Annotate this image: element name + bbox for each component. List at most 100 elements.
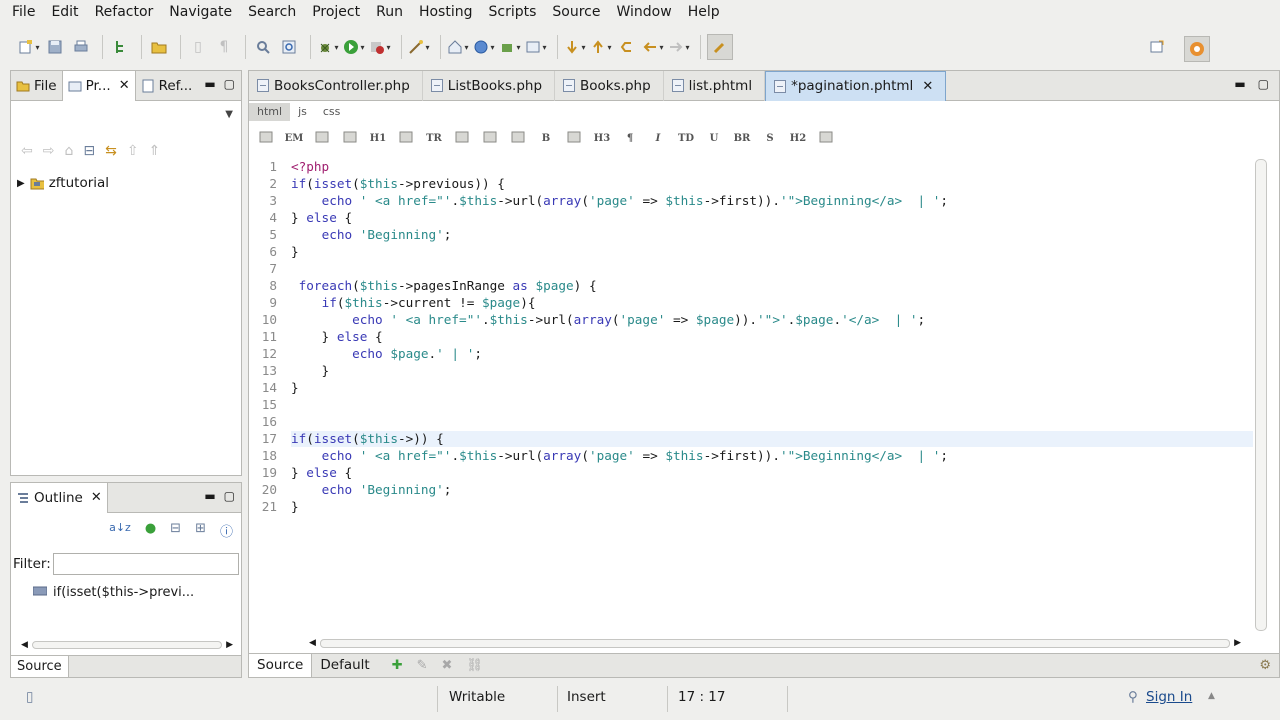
code-line[interactable]: }	[291, 499, 299, 514]
outline-horizontal-scrollbar[interactable]: ◀ ▶	[21, 639, 233, 651]
open-folder-icon[interactable]	[148, 36, 170, 58]
scroll-left-icon[interactable]: ◀	[21, 640, 28, 650]
html-tool-td[interactable]: TD	[675, 133, 697, 144]
html-tool-s[interactable]: S	[759, 133, 781, 144]
close-icon[interactable]: ✕	[91, 490, 102, 505]
menu-navigate[interactable]: Navigate	[161, 0, 240, 25]
new-icon[interactable]: ▾	[18, 36, 40, 58]
code-line[interactable]: echo ' <a href="'.$this->url(array('page…	[291, 312, 925, 327]
code-line[interactable]: echo ' <a href="'.$this->url(array('page…	[291, 448, 948, 463]
search-file-icon[interactable]	[252, 36, 274, 58]
plugin-icon[interactable]: ▾	[499, 36, 521, 58]
editor-horizontal-scrollbar[interactable]: ◀ ▶	[309, 637, 1241, 649]
editor-tab[interactable]: *pagination.phtml ✕	[765, 70, 947, 101]
menu-project[interactable]: Project	[304, 0, 368, 25]
menu-hosting[interactable]: Hosting	[411, 0, 481, 25]
code-line[interactable]: } else {	[291, 210, 352, 225]
code-line[interactable]: if($this->current != $page){	[291, 295, 536, 310]
picture-icon[interactable]	[395, 131, 417, 146]
nav-back-icon[interactable]: ⇦	[21, 143, 33, 159]
minimize-icon[interactable]: ▬	[204, 77, 215, 91]
search-web-icon[interactable]	[278, 36, 300, 58]
filter-dot-icon[interactable]: ●	[145, 521, 156, 540]
window-icon[interactable]: ▾	[525, 36, 547, 58]
scroll-right-icon[interactable]: ▶	[1234, 638, 1241, 648]
outline-item[interactable]: if(isset($this->previ...	[33, 585, 194, 600]
code-line[interactable]: foreach($this->pagesInRange as $page) {	[291, 278, 597, 293]
tab-default-view[interactable]: Default	[312, 654, 377, 677]
blank-page-icon[interactable]: ▯	[187, 36, 209, 58]
subtab-css[interactable]: css	[315, 103, 349, 121]
help-icon[interactable]: ⓘ	[220, 521, 233, 540]
last-edit-icon[interactable]	[616, 36, 638, 58]
sort-icon[interactable]: a↓z	[109, 521, 131, 540]
code-line[interactable]: <?php	[291, 159, 329, 174]
code-editor[interactable]: 1 <?php 2 if(isset($this->previous)) {3 ech…	[249, 159, 1253, 633]
scroll-right-icon[interactable]: ▶	[226, 640, 233, 650]
code-line[interactable]: if(isset($this->)) {	[291, 431, 444, 446]
html-tool-br[interactable]: BR	[731, 133, 753, 144]
link-editor-icon[interactable]: ⇆	[105, 143, 117, 159]
view-menu-chevron-icon[interactable]: ▼	[225, 109, 233, 120]
html-tool-h3[interactable]: H3	[591, 133, 613, 144]
globe-icon[interactable]: ▾	[473, 36, 495, 58]
minimize-icon[interactable]: ▬	[1234, 77, 1245, 91]
pilcrow-icon[interactable]: ¶	[213, 36, 235, 58]
nav-home-icon[interactable]: ⌂	[64, 143, 73, 159]
subtab-html[interactable]: html	[249, 103, 291, 121]
tab-source-view[interactable]: Source	[249, 654, 313, 677]
print-icon[interactable]	[70, 36, 92, 58]
close-icon[interactable]: ✕	[119, 78, 130, 93]
menu-file[interactable]: File	[4, 0, 43, 25]
house-icon[interactable]: ▾	[447, 36, 469, 58]
maximize-icon[interactable]: ▢	[224, 77, 235, 91]
code-line[interactable]: echo 'Beginning';	[291, 482, 452, 497]
nav-forward-icon[interactable]: ⇨	[43, 143, 55, 159]
status-chevron-icon[interactable]: ▲	[1208, 691, 1215, 701]
php-perspective-icon[interactable]	[1184, 36, 1210, 62]
close-icon[interactable]: ✕	[922, 79, 933, 94]
menu-source[interactable]: Source	[544, 0, 608, 25]
menu-run[interactable]: Run	[368, 0, 411, 25]
brush-icon[interactable]	[707, 34, 733, 60]
save-icon[interactable]	[44, 36, 66, 58]
back-icon[interactable]: ▾	[642, 36, 664, 58]
scroll-left-icon[interactable]: ◀	[309, 638, 316, 648]
link-icon[interactable]: ⛓	[466, 658, 483, 673]
editor-tab[interactable]: BooksController.php	[249, 70, 423, 101]
subtab-js[interactable]: js	[290, 103, 315, 121]
edit-icon[interactable]: ✎	[417, 658, 428, 673]
html-tool-u[interactable]: U	[703, 133, 725, 144]
code-line[interactable]: echo ' <a href="'.$this->url(array('page…	[291, 193, 948, 208]
editor-tab[interactable]: list.phtml	[664, 70, 766, 101]
ordered-list-icon[interactable]	[815, 131, 837, 146]
editor-tab[interactable]: ListBooks.php	[423, 70, 556, 101]
expand-all-icon[interactable]: ⊞	[195, 521, 206, 540]
image-icon[interactable]	[311, 131, 333, 146]
paragraph-block-icon[interactable]	[255, 131, 277, 146]
code-line[interactable]: if(isset($this->previous)) {	[291, 176, 505, 191]
menu-help[interactable]: Help	[680, 0, 728, 25]
wand-icon[interactable]: ▾	[408, 36, 430, 58]
settings-gear-icon[interactable]: ⚙	[1259, 658, 1271, 673]
html-tool-h2[interactable]: H2	[787, 133, 809, 144]
maximize-icon[interactable]: ▢	[224, 489, 235, 503]
maximize-icon[interactable]: ▢	[1258, 77, 1269, 91]
forward-icon[interactable]: ▾	[668, 36, 690, 58]
code-line[interactable]: }	[291, 244, 299, 259]
tab-file[interactable]: File	[11, 71, 62, 101]
external-tools-icon[interactable]: ▾	[369, 36, 391, 58]
code-line[interactable]: echo $page.' | ';	[291, 346, 482, 361]
prev-annotation-icon[interactable]: ▾	[590, 36, 612, 58]
collapse-all-icon[interactable]: ⊟	[83, 143, 95, 159]
menu-edit[interactable]: Edit	[43, 0, 86, 25]
code-line[interactable]: }	[291, 363, 330, 378]
collapse-all-icon[interactable]: ⊟	[170, 521, 181, 540]
table-icon[interactable]	[479, 131, 501, 146]
html-tool-h1[interactable]: H1	[367, 133, 389, 144]
run-icon[interactable]: ▾	[343, 36, 365, 58]
tab-source[interactable]: Source	[11, 656, 69, 677]
code-line[interactable]: } else {	[291, 329, 383, 344]
mail-icon[interactable]	[451, 131, 473, 146]
delete-icon[interactable]: ✖	[442, 658, 453, 673]
